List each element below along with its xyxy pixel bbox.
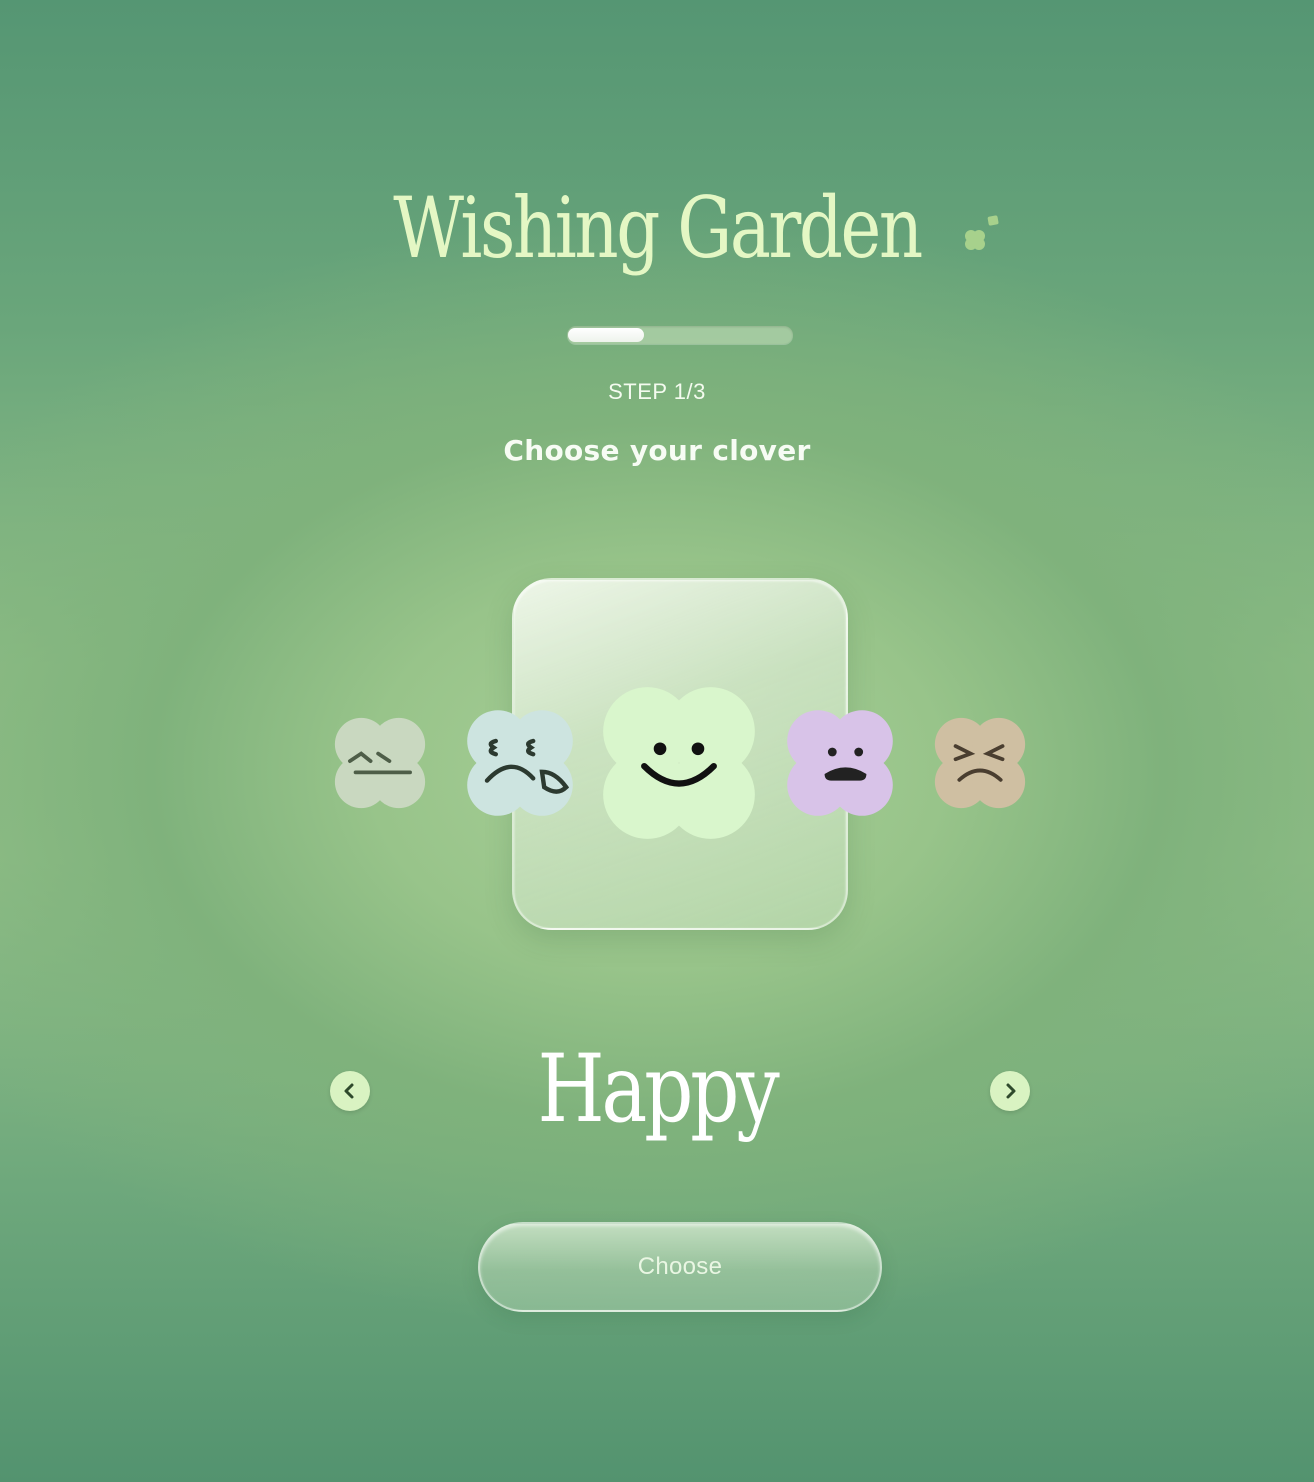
choose-button[interactable]: Choose xyxy=(478,1222,882,1312)
selected-mood-label: Happy xyxy=(537,1035,779,1144)
angry-face-icon xyxy=(934,717,1026,809)
crying-face-icon xyxy=(467,710,573,816)
clover-option-sad[interactable] xyxy=(464,708,576,818)
clover-option-angry[interactable] xyxy=(932,716,1028,810)
step-indicator: STEP 1/3 xyxy=(608,379,706,404)
progress-fill xyxy=(568,328,644,342)
clover-option-happy[interactable] xyxy=(599,684,759,842)
clover-option-worried[interactable] xyxy=(784,708,896,818)
app-title: Wishing Garden xyxy=(393,179,923,277)
calm-face-icon xyxy=(334,717,426,809)
clover-logo-icon xyxy=(965,215,999,250)
progress-bar xyxy=(567,326,793,344)
chevron-right-icon xyxy=(1006,1083,1016,1099)
clover-option-calm[interactable] xyxy=(332,716,428,810)
next-button[interactable] xyxy=(990,1071,1030,1111)
worried-face-icon xyxy=(787,710,893,816)
page-subtitle: Choose your clover xyxy=(503,434,811,467)
smile-face-icon xyxy=(603,687,755,839)
